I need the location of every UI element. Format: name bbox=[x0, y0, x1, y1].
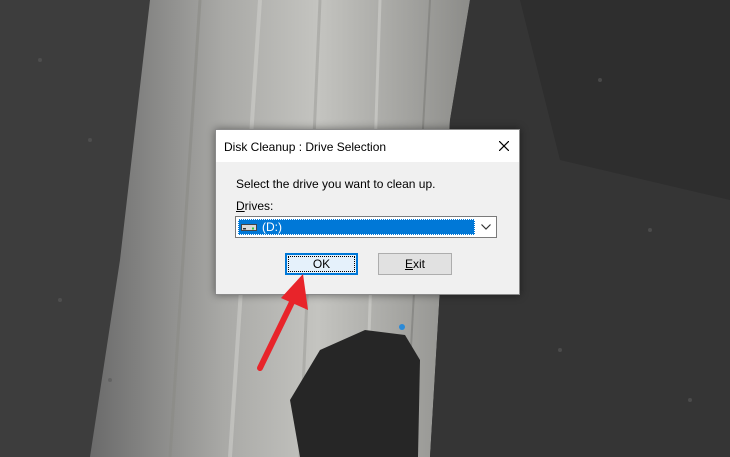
exit-label-rest: xit bbox=[413, 257, 425, 271]
drives-label: Drives: bbox=[236, 199, 273, 213]
dialog-titlebar[interactable]: Disk Cleanup : Drive Selection bbox=[216, 130, 519, 162]
drives-label-rest: rives: bbox=[244, 199, 274, 213]
drive-dropdown[interactable]: (D:) bbox=[235, 216, 497, 238]
exit-button-label: Exit bbox=[405, 257, 425, 271]
close-icon bbox=[499, 141, 509, 151]
drives-label-mnemonic: D bbox=[236, 199, 245, 213]
dialog-title: Disk Cleanup : Drive Selection bbox=[224, 140, 387, 154]
red-arrow-icon bbox=[245, 268, 315, 378]
drive-icon bbox=[241, 222, 257, 232]
selected-drive-label: (D:) bbox=[262, 220, 282, 234]
prompt-text: Select the drive you want to clean up. bbox=[236, 177, 436, 191]
exit-label-mnemonic: E bbox=[404, 257, 413, 271]
close-button[interactable] bbox=[489, 130, 519, 162]
chevron-down-icon[interactable] bbox=[476, 217, 496, 237]
exit-button[interactable]: Exit bbox=[378, 253, 452, 275]
selected-drive-option[interactable]: (D:) bbox=[238, 219, 475, 235]
